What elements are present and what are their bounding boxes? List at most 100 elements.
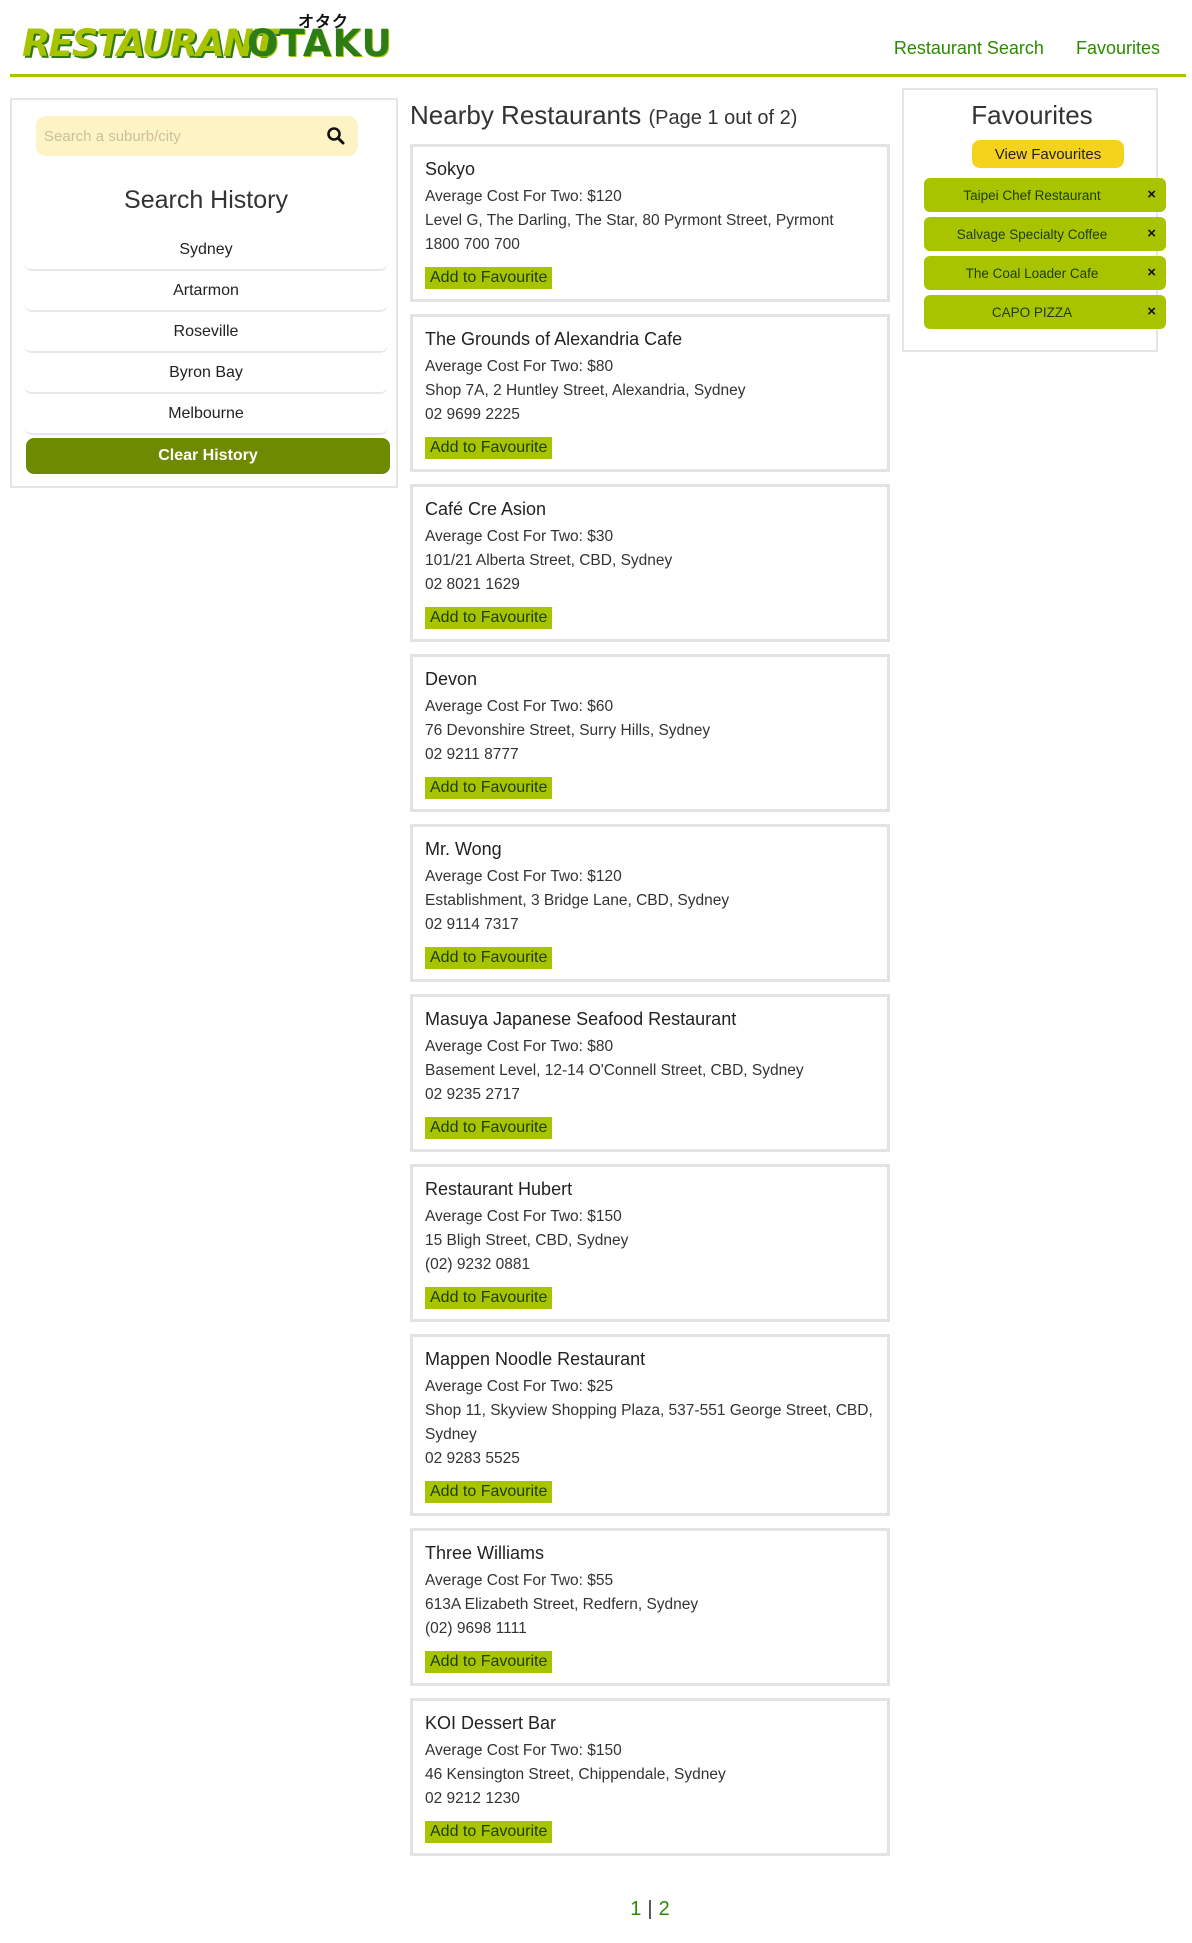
restaurant-name: Mr. Wong — [425, 839, 502, 859]
restaurant-name: Devon — [425, 669, 478, 689]
restaurant-card: Sokyo Average Cost For Two: $120 Level G, … — [410, 144, 890, 302]
page-link-2[interactable]: 2 — [659, 1898, 670, 1920]
restaurant-name: Café Cre Asion — [425, 499, 547, 519]
restaurant-address: 613A Elizabeth Street, Redfern, Sydney — [425, 1596, 699, 1613]
restaurant-phone: (02) 9232 0881 — [425, 1256, 531, 1273]
restaurant-cost: Average Cost For Two: $80 — [425, 358, 614, 375]
close-icon[interactable]: × — [1147, 303, 1156, 320]
results-heading: Nearby Restaurants (Page 1 out of 2) — [410, 100, 797, 131]
restaurant-name: The Grounds of Alexandria Cafe — [425, 329, 683, 349]
search-history-list: Sydney Artarmon Roseville Byron Bay Melb… — [24, 230, 388, 435]
favourite-item[interactable]: Taipei Chef Restaurant × — [924, 178, 1166, 212]
restaurant-address: 76 Devonshire Street, Surry Hills, Sydne… — [425, 722, 711, 739]
add-to-favourite-button[interactable]: Add to Favourite — [425, 1117, 553, 1139]
restaurant-address: Shop 11, Skyview Shopping Plaza, 537-551… — [425, 1402, 873, 1443]
search-history-title: Search History — [124, 186, 288, 214]
favourite-name: CAPO PIZZA — [991, 304, 1073, 320]
restaurant-card: Mr. Wong Average Cost For Two: $120 Establ… — [410, 824, 890, 982]
restaurant-phone: 02 8021 1629 — [425, 576, 520, 593]
restaurant-phone: 02 9699 2225 — [425, 406, 520, 423]
favourite-item[interactable]: The Coal Loader Cafe × — [924, 256, 1166, 290]
page-indicator: (Page 1 out of 2) — [648, 107, 798, 129]
restaurant-name: KOI Dessert Bar — [425, 1713, 557, 1733]
site-header: オタク RESTAURANT OTAKU Restaurant Search F… — [10, 0, 1186, 77]
favourite-name: The Coal Loader Cafe — [965, 265, 1099, 281]
history-item[interactable]: Melbourne — [24, 394, 388, 435]
add-to-favourite-button[interactable]: Add to Favourite — [425, 1481, 553, 1503]
search-box — [36, 116, 358, 156]
restaurant-name: Restaurant Hubert — [425, 1179, 573, 1199]
restaurant-address: Shop 7A, 2 Huntley Street, Alexandria, S… — [425, 382, 746, 399]
history-item[interactable]: Artarmon — [24, 271, 388, 312]
restaurant-cost: Average Cost For Two: $120 — [425, 188, 622, 205]
nav-restaurant-search[interactable]: Restaurant Search — [894, 38, 1044, 59]
nav-favourites[interactable]: Favourites — [1076, 38, 1160, 59]
restaurant-card: Devon Average Cost For Two: $60 76 Devonsh… — [410, 654, 890, 812]
add-to-favourite-button[interactable]: Add to Favourite — [425, 607, 553, 629]
restaurant-name: Mappen Noodle Restaurant — [425, 1349, 646, 1369]
site-logo[interactable]: オタク RESTAURANT OTAKU — [22, 8, 392, 68]
restaurant-address: Level G, The Darling, The Star, 80 Pyrmo… — [425, 212, 834, 229]
page-link-1[interactable]: 1 — [630, 1898, 641, 1920]
main-nav: Restaurant Search Favourites — [894, 38, 1160, 59]
add-to-favourite-button[interactable]: Add to Favourite — [425, 1651, 553, 1673]
restaurant-cost: Average Cost For Two: $60 — [425, 698, 614, 715]
history-item[interactable]: Byron Bay — [24, 353, 388, 394]
pagination: 1 | 2 — [410, 1898, 890, 1921]
close-icon[interactable]: × — [1147, 225, 1156, 242]
restaurant-card: Masuya Japanese Seafood Restaurant Averag… — [410, 994, 890, 1152]
favourites-panel: Favourites View Favourites Taipei Chef R… — [902, 88, 1166, 352]
add-to-favourite-button[interactable]: Add to Favourite — [425, 777, 553, 799]
restaurant-phone: 02 9212 1230 — [425, 1790, 520, 1807]
restaurant-card: Three Williams Average Cost For Two: $55 6… — [410, 1528, 890, 1686]
favourite-item[interactable]: Salvage Specialty Coffee × — [924, 217, 1166, 251]
restaurant-name: Sokyo — [425, 159, 476, 179]
restaurant-cost: Average Cost For Two: $55 — [425, 1572, 614, 1589]
restaurant-phone: (02) 9698 1111 — [425, 1620, 527, 1637]
restaurant-name: Masuya Japanese Seafood Restaurant — [425, 1009, 737, 1029]
restaurant-name: Three Williams — [425, 1543, 545, 1563]
favourite-name: Salvage Specialty Coffee — [956, 226, 1108, 242]
restaurant-address: Establishment, 3 Bridge Lane, CBD, Sydne… — [425, 892, 730, 909]
restaurant-address: 15 Bligh Street, CBD, Sydney — [425, 1232, 629, 1249]
add-to-favourite-button[interactable]: Add to Favourite — [425, 267, 553, 289]
restaurant-card: KOI Dessert Bar Average Cost For Two: $15… — [410, 1698, 890, 1856]
add-to-favourite-button[interactable]: Add to Favourite — [425, 1287, 553, 1309]
logo-word-restaurant: RESTAURANT — [22, 22, 277, 65]
favourites-list: Taipei Chef Restaurant × Salvage Specialty… — [924, 178, 1166, 334]
results-title: Nearby Restaurants — [410, 100, 642, 130]
restaurant-phone: 02 9283 5525 — [425, 1450, 520, 1467]
view-favourites-button[interactable]: View Favourites — [972, 140, 1124, 168]
restaurant-cost: Average Cost For Two: $150 — [425, 1742, 622, 1759]
restaurant-address: 101/21 Alberta Street, CBD, Sydney — [425, 552, 673, 569]
results-list: Sokyo Average Cost For Two: $120 Level G, … — [410, 144, 890, 1868]
add-to-favourite-button[interactable]: Add to Favourite — [425, 437, 553, 459]
favourites-title: Favourites — [971, 100, 1093, 130]
restaurant-card: Mappen Noodle Restaurant Average Cost For… — [410, 1334, 890, 1516]
clear-history-button[interactable]: Clear History — [26, 438, 390, 474]
favourite-item[interactable]: CAPO PIZZA × — [924, 295, 1166, 329]
search-icon[interactable] — [326, 126, 346, 146]
restaurant-address: Basement Level, 12-14 O'Connell Street, … — [425, 1062, 804, 1079]
search-input[interactable] — [44, 116, 324, 156]
restaurant-phone: 02 9114 7317 — [425, 916, 519, 933]
restaurant-cost: Average Cost For Two: $25 — [425, 1378, 614, 1395]
add-to-favourite-button[interactable]: Add to Favourite — [425, 947, 553, 969]
history-item[interactable]: Sydney — [24, 230, 388, 271]
restaurant-cost: Average Cost For Two: $150 — [425, 1208, 622, 1225]
favourite-name: Taipei Chef Restaurant — [963, 187, 1101, 203]
restaurant-phone: 02 9211 8777 — [425, 746, 519, 763]
restaurant-phone: 1800 700 700 — [425, 236, 520, 253]
history-item[interactable]: Roseville — [24, 312, 388, 353]
restaurant-cost: Average Cost For Two: $120 — [425, 868, 622, 885]
restaurant-card: Restaurant Hubert Average Cost For Two: $… — [410, 1164, 890, 1322]
restaurant-address: 46 Kensington Street, Chippendale, Sydne… — [425, 1766, 726, 1783]
close-icon[interactable]: × — [1147, 264, 1156, 281]
page-separator: | — [647, 1898, 653, 1920]
close-icon[interactable]: × — [1147, 186, 1156, 203]
search-sidebar: Search History Sydney Artarmon Roseville… — [10, 98, 398, 488]
restaurant-phone: 02 9235 2717 — [425, 1086, 520, 1103]
restaurant-card: The Grounds of Alexandria Cafe Average Co… — [410, 314, 890, 472]
restaurant-cost: Average Cost For Two: $80 — [425, 1038, 614, 1055]
add-to-favourite-button[interactable]: Add to Favourite — [425, 1821, 553, 1843]
